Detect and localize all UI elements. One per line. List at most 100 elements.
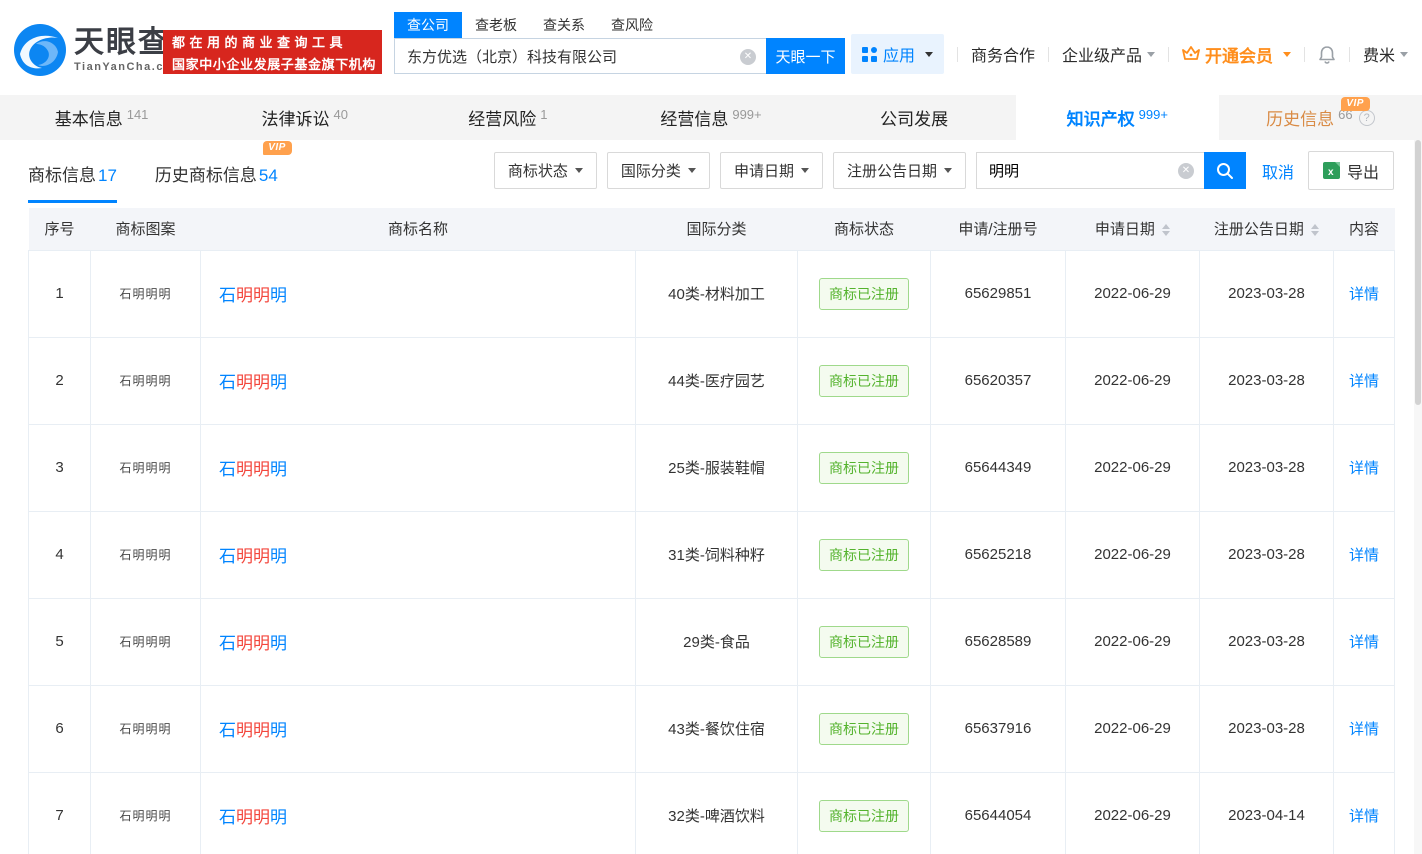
tab-legal-litigation[interactable]: 法律诉讼 40 <box>203 95 406 140</box>
tab-company-development[interactable]: 公司发展 <box>813 95 1016 140</box>
intl-class-cell: 32类-啤酒饮料 <box>635 771 798 854</box>
tab-history-info[interactable]: VIP 历史信息 66 ? <box>1219 95 1422 140</box>
filter-intl-class[interactable]: 国际分类 <box>606 152 710 189</box>
filter-publication-date[interactable]: 注册公告日期 <box>832 152 966 189</box>
trademark-name-link[interactable]: 石明明明 <box>200 249 636 338</box>
status-badge: 商标已注册 <box>819 799 909 832</box>
col-apply-date-sortable[interactable]: 申请日期 <box>1065 208 1200 250</box>
chevron-down-icon <box>1146 51 1155 57</box>
bell-icon <box>1319 45 1335 64</box>
sort-icon <box>1162 224 1171 237</box>
reg-number-cell: 65629851 <box>930 249 1066 338</box>
divider <box>956 46 958 62</box>
user-menu[interactable]: 费米 <box>1363 42 1408 66</box>
detail-link[interactable]: 详情 <box>1333 249 1395 338</box>
trademark-name-link[interactable]: 石明明明 <box>200 597 636 686</box>
table-row: 3 石明明明 石明明明 25类-服装鞋帽 商标已注册 65644349 2022… <box>28 423 1395 512</box>
status-cell: 商标已注册 <box>797 423 931 512</box>
open-membership[interactable]: 开通会员 <box>1182 42 1291 67</box>
trademark-image-cell[interactable]: 石明明明 <box>90 510 201 599</box>
reg-number-cell: 65628589 <box>930 597 1066 686</box>
apps-menu[interactable]: 应用 <box>850 34 944 74</box>
company-search-input[interactable] <box>395 39 766 73</box>
detail-link[interactable]: 详情 <box>1333 597 1395 686</box>
filter-trademark-status[interactable]: 商标状态 <box>493 152 597 189</box>
trademark-image-cell[interactable]: 石明明明 <box>90 771 201 854</box>
trademark-image-cell[interactable]: 石明明明 <box>90 423 201 512</box>
trademark-image-text[interactable]: 石明明明 <box>119 722 171 736</box>
trademark-image-text[interactable]: 石明明明 <box>119 461 171 475</box>
nav-cooperation[interactable]: 商务合作 <box>971 42 1035 66</box>
col-trademark-name: 商标名称 <box>200 208 636 250</box>
search-tab-company[interactable]: 查公司 <box>394 12 462 38</box>
trademark-name-link[interactable]: 石明明明 <box>200 510 636 599</box>
search-tab-boss[interactable]: 查老板 <box>462 12 530 38</box>
tab-intellectual-property[interactable]: 知识产权 999+ <box>1015 95 1219 140</box>
subtab-history-trademark-info[interactable]: VIP 历史商标信息 54 <box>155 140 292 203</box>
apply-date-cell: 2022-06-29 <box>1065 249 1200 338</box>
top-bar: 天眼查 TianYanCha.com 都在用的商业查询工具 国家中小企业发展子基… <box>0 0 1422 95</box>
trademark-name-link[interactable]: 石明明明 <box>200 336 636 425</box>
publication-date-cell: 2023-03-28 <box>1199 423 1334 512</box>
tianyancha-logo[interactable]: 天眼查 TianYanCha.com <box>14 24 183 76</box>
vip-badge: VIP <box>1341 97 1370 111</box>
row-index: 4 <box>28 510 91 599</box>
row-index: 2 <box>28 336 91 425</box>
trademark-image-cell[interactable]: 石明明明 <box>90 684 201 773</box>
reg-number-cell: 65644349 <box>930 423 1066 512</box>
search-tab-risk[interactable]: 查风险 <box>598 12 666 38</box>
search-button[interactable]: 天眼一下 <box>766 38 845 74</box>
table-row: 6 石明明明 石明明明 43类-餐饮住宿 商标已注册 65637916 2022… <box>28 684 1395 773</box>
tab-operational-risk[interactable]: 经营风险 1 <box>406 95 609 140</box>
detail-link[interactable]: 详情 <box>1333 423 1395 512</box>
trademark-image-cell[interactable]: 石明明明 <box>90 336 201 425</box>
trademark-image-cell[interactable]: 石明明明 <box>90 597 201 686</box>
trademark-image-text[interactable]: 石明明明 <box>119 287 171 301</box>
trademark-image-text[interactable]: 石明明明 <box>119 635 171 649</box>
search-icon <box>1216 162 1233 179</box>
status-badge: 商标已注册 <box>819 538 909 571</box>
notifications-bell[interactable] <box>1318 45 1336 64</box>
col-publication-date-sortable[interactable]: 注册公告日期 <box>1199 208 1334 250</box>
clear-search-icon[interactable]: ✕ <box>740 49 756 65</box>
nav-enterprise[interactable]: 企业级产品 <box>1062 42 1155 66</box>
trademark-name-link[interactable]: 石明明明 <box>200 423 636 512</box>
status-badge: 商标已注册 <box>819 712 909 745</box>
trademark-name-link[interactable]: 石明明明 <box>200 684 636 773</box>
subtab-trademark-info[interactable]: 商标信息 17 <box>28 140 117 203</box>
search-tab-relation[interactable]: 查关系 <box>530 12 598 38</box>
divider <box>1348 46 1350 62</box>
col-status: 商标状态 <box>797 208 931 250</box>
intl-class-cell: 29类-食品 <box>635 597 798 686</box>
trademark-image-text[interactable]: 石明明明 <box>119 548 171 562</box>
promo-banner: 都在用的商业查询工具 国家中小企业发展子基金旗下机构 <box>163 30 382 74</box>
row-index: 3 <box>28 423 91 512</box>
chevron-down-icon <box>1282 51 1291 57</box>
tab-business-info[interactable]: 经营信息 999+ <box>609 95 812 140</box>
tab-basic-info[interactable]: 基本信息 141 <box>0 95 203 140</box>
trademark-image-text[interactable]: 石明明明 <box>119 809 171 823</box>
chevron-down-icon <box>1400 51 1408 57</box>
trademark-image-cell[interactable]: 石明明明 <box>90 249 201 338</box>
export-button[interactable]: x 导出 <box>1307 151 1394 190</box>
help-icon[interactable]: ? <box>1358 109 1375 126</box>
col-content: 内容 <box>1333 208 1395 250</box>
filter-apply-date[interactable]: 申请日期 <box>719 152 823 189</box>
trademark-image-text[interactable]: 石明明明 <box>119 374 171 388</box>
detail-link[interactable]: 详情 <box>1333 510 1395 599</box>
banner-line2: 国家中小企业发展子基金旗下机构 <box>172 56 377 72</box>
cancel-search-link[interactable]: 取消 <box>1262 159 1294 183</box>
clear-keyword-icon[interactable]: ✕ <box>1177 163 1194 179</box>
keyword-search-input[interactable] <box>976 153 1204 188</box>
detail-link[interactable]: 详情 <box>1333 336 1395 425</box>
keyword-search-button[interactable] <box>1203 152 1246 189</box>
trademark-name-link[interactable]: 石明明明 <box>200 771 636 854</box>
publication-date-cell: 2023-03-28 <box>1199 510 1334 599</box>
detail-link[interactable]: 详情 <box>1333 684 1395 773</box>
reg-number-cell: 65637916 <box>930 684 1066 773</box>
detail-link[interactable]: 详情 <box>1333 771 1395 854</box>
divider <box>1167 46 1169 62</box>
logo-eye-icon <box>14 24 66 76</box>
scrollbar-thumb[interactable] <box>1415 140 1421 405</box>
col-trademark-image: 商标图案 <box>90 208 201 250</box>
